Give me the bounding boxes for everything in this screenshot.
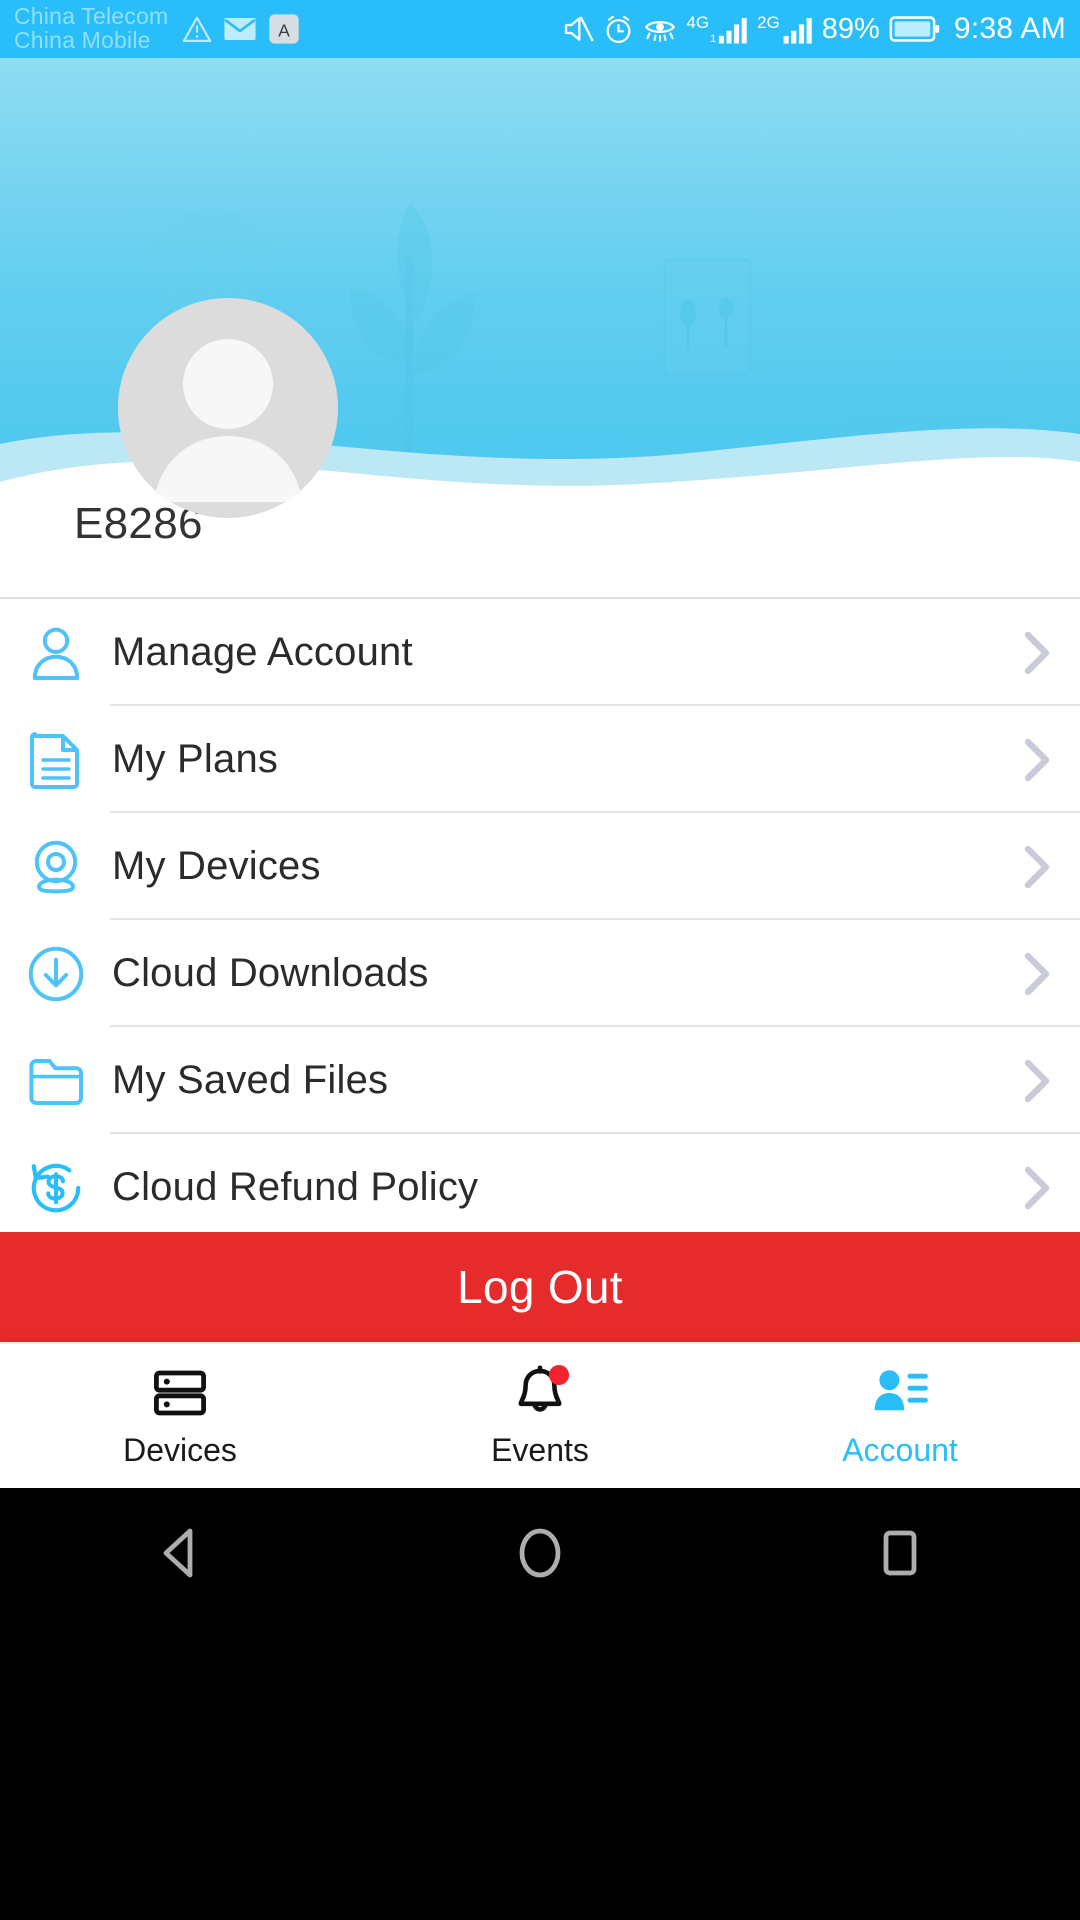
carrier-2: China Mobile [14, 27, 151, 53]
chevron-right-icon [994, 952, 1080, 996]
folder-icon [0, 1055, 112, 1107]
menu-item-my-plans[interactable]: My Plans [0, 706, 1080, 813]
default-user-avatar-icon [154, 339, 302, 502]
svg-text:1: 1 [710, 33, 716, 45]
back-triangle-icon[interactable] [100, 1508, 260, 1598]
chevron-right-icon [994, 1166, 1080, 1210]
alarm-icon [606, 15, 631, 43]
events-notification-badge [549, 1364, 569, 1385]
status-right-icons: 4G 1 2G 89% 9:38 AM [562, 0, 1066, 58]
menu-item-label: Manage Account [112, 630, 413, 674]
svg-text:A: A [279, 20, 291, 40]
camera-icon [0, 838, 112, 896]
tab-label: Events [491, 1431, 589, 1468]
warning-triangle-icon [183, 16, 212, 42]
bottom-tab-bar: Devices Events Account [0, 1342, 1080, 1488]
menu-item-my-saved-files[interactable]: My Saved Files [0, 1027, 1080, 1134]
chevron-right-icon [994, 845, 1080, 889]
profile-hero-banner [0, 58, 1080, 536]
battery-percent: 89% [821, 12, 880, 45]
menu-item-label: My Devices [112, 844, 321, 888]
android-navigation-bar [0, 1488, 1080, 1920]
account-person-icon [871, 1364, 929, 1422]
download-circle-icon [0, 945, 112, 1003]
recents-square-icon[interactable] [820, 1508, 980, 1598]
tab-devices[interactable]: Devices [0, 1343, 360, 1489]
signal-4g-label: 4G [686, 12, 710, 32]
tab-label: Devices [123, 1431, 237, 1468]
battery-icon [889, 16, 940, 42]
chevron-right-icon [994, 631, 1080, 675]
document-icon [0, 731, 112, 789]
menu-item-label: Cloud Refund Policy [112, 1165, 479, 1209]
menu-item-label: My Plans [112, 737, 279, 781]
tab-events[interactable]: Events [360, 1343, 720, 1489]
tab-account[interactable]: Account [720, 1343, 1080, 1489]
input-method-a-icon: A [269, 14, 299, 44]
chevron-right-icon [994, 1059, 1080, 1103]
status-bar: China Telecom China Mobile A 4G 1 2G 89%… [0, 0, 1080, 58]
eye-comfort-icon [645, 21, 676, 42]
menu-item-label: Cloud Downloads [112, 951, 429, 995]
chevron-right-icon [994, 738, 1080, 782]
refund-dollar-icon [0, 1159, 112, 1217]
carrier-names: China Telecom China Mobile [14, 3, 169, 53]
menu-item-my-devices[interactable]: My Devices [0, 813, 1080, 920]
signal-4g-icon: 4G 1 [686, 14, 748, 45]
tab-label: Account [842, 1431, 958, 1468]
mail-icon [224, 17, 256, 41]
mute-icon [565, 16, 595, 42]
bell-icon [513, 1364, 569, 1422]
home-circle-icon[interactable] [460, 1508, 620, 1598]
menu-item-manage-account[interactable]: Manage Account [0, 599, 1080, 706]
status-left-icons: A [182, 13, 300, 45]
signal-2g-icon: 2G [757, 14, 813, 45]
person-outline-icon [0, 624, 112, 682]
signal-2g-label: 2G [757, 12, 780, 32]
clock-time: 9:38 AM [953, 12, 1066, 45]
menu-item-label: My Saved Files [112, 1058, 389, 1102]
menu-item-cloud-refund-policy[interactable]: Cloud Refund Policy [0, 1134, 1080, 1241]
devices-stack-icon [152, 1364, 208, 1422]
menu-item-cloud-downloads[interactable]: Cloud Downloads [0, 920, 1080, 1027]
log-out-button[interactable]: Log Out [0, 1232, 1080, 1342]
account-menu-list: Manage Account My Plans My Devices Cloud… [0, 599, 1080, 1241]
carrier-1: China Telecom [14, 3, 169, 30]
app-screen: China Telecom China Mobile A 4G 1 2G 89%… [0, 0, 1080, 1920]
avatar[interactable] [118, 298, 338, 518]
wall-frame-illustration [663, 258, 752, 377]
